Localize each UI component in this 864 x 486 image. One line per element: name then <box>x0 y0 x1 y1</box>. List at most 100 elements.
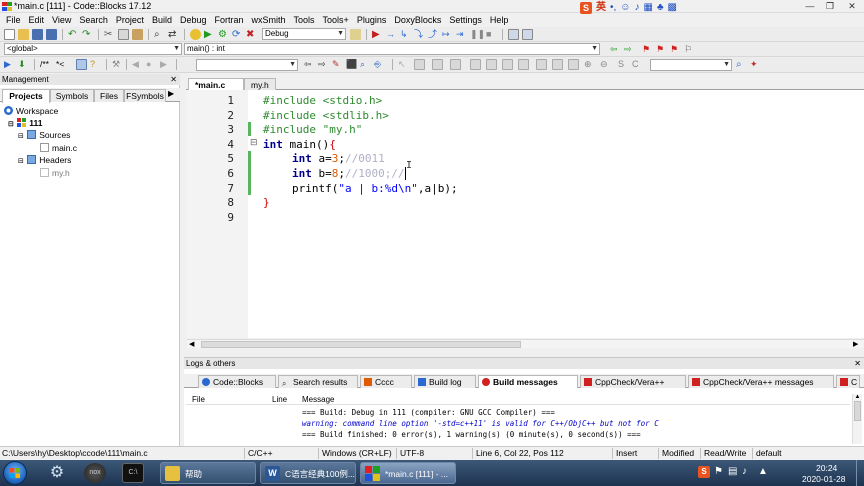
taskbar-codeblocks-button[interactable]: *main.c [111] - ... <box>360 462 456 484</box>
tab-cccc[interactable]: Cccc <box>360 375 412 388</box>
debug-start-icon[interactable]: ▶ <box>372 29 383 40</box>
layout-4-icon[interactable] <box>470 59 481 70</box>
tree-file-main-c[interactable]: main.c <box>40 142 77 154</box>
punctuation-icon[interactable]: •, <box>610 2 616 14</box>
tab-fsymbols[interactable]: FSymbols <box>124 89 166 102</box>
doxy-select[interactable]: ▼ <box>196 59 298 71</box>
run-html-icon[interactable] <box>76 59 87 70</box>
collapse-icon[interactable]: ⊟ <box>18 158 24 165</box>
run-chm-icon[interactable]: ? <box>90 59 101 70</box>
tab-build-messages[interactable]: Build messages <box>478 375 578 388</box>
scroll-up-icon[interactable]: ▲ <box>853 394 862 400</box>
tab-main-c[interactable]: *main.c <box>188 78 244 90</box>
rebuild-icon[interactable]: ⟳ <box>232 29 243 40</box>
nav-right-icon[interactable]: ⇨ <box>318 59 329 70</box>
layout-7-icon[interactable] <box>518 59 529 70</box>
graph-icon[interactable]: ⎆ <box>374 59 385 70</box>
menu-file[interactable]: File <box>2 13 25 27</box>
tree-project[interactable]: ⊟ 111 <box>8 117 43 129</box>
build-and-run-icon[interactable]: ⚙ <box>218 29 229 40</box>
block-comment-button[interactable]: /** <box>40 59 49 69</box>
scrollbar-thumb[interactable] <box>854 401 861 421</box>
toggle-bookmark-icon[interactable]: ⚑ <box>642 44 653 55</box>
maximize-button[interactable]: ❐ <box>820 0 840 12</box>
chevron-up-icon[interactable]: ▲ <box>758 466 768 477</box>
tree-workspace[interactable]: Workspace <box>4 105 58 117</box>
scroll-left-icon[interactable]: ◀ <box>189 340 194 348</box>
cut-icon[interactable]: ✂ <box>104 29 115 40</box>
debug-info-icon[interactable] <box>522 29 533 40</box>
save-icon[interactable] <box>32 29 43 40</box>
settings-gear-icon[interactable]: ⚙ <box>46 463 68 483</box>
config-icon[interactable]: ⚒ <box>112 59 123 70</box>
open-folder-icon[interactable] <box>18 29 29 40</box>
clear-bookmarks-icon[interactable]: ⚐ <box>684 44 695 55</box>
menu-view[interactable]: View <box>48 13 75 27</box>
layout-2-icon[interactable] <box>432 59 443 70</box>
layout-9-icon[interactable] <box>552 59 563 70</box>
network-icon[interactable]: ▤ <box>728 466 737 477</box>
step-out-icon[interactable]: ⤴ <box>428 29 439 40</box>
menu-project[interactable]: Project <box>112 13 148 27</box>
terminal-icon[interactable]: C:\ <box>122 463 144 483</box>
build-icon[interactable] <box>190 29 201 40</box>
microphone-icon[interactable]: ♪ <box>635 2 640 14</box>
tab-files[interactable]: Files <box>94 89 124 102</box>
replace-icon[interactable]: ⇄ <box>168 29 179 40</box>
tab-build-log[interactable]: Build log <box>414 375 476 388</box>
function-select[interactable]: main() : int ▼ <box>184 43 600 55</box>
next-bookmark-icon[interactable]: ⚑ <box>670 44 681 55</box>
save-all-icon[interactable] <box>46 29 57 40</box>
doxywizard-icon[interactable]: ▶ <box>4 59 15 70</box>
tools-icon[interactable]: ▩ <box>668 2 677 14</box>
run-icon[interactable]: ▶ <box>204 29 215 40</box>
run-to-cursor-icon[interactable]: → <box>386 29 397 40</box>
dot-icon[interactable]: ● <box>146 59 157 70</box>
collapse-icon[interactable]: ⊟ <box>8 121 14 128</box>
editor-horizontal-scrollbar[interactable]: ◀ ▶ <box>187 339 864 348</box>
abort-icon[interactable]: ✖ <box>246 29 257 40</box>
menu-doxyblocks[interactable]: DoxyBlocks <box>390 13 445 27</box>
undo-icon[interactable]: ↶ <box>68 29 79 40</box>
tab-cppcheck-vera[interactable]: CppCheck/Vera++ <box>580 375 686 388</box>
menu-wxsmith[interactable]: wxSmith <box>248 13 290 27</box>
ime-language-toggle[interactable]: 英 <box>596 2 606 14</box>
taskbar-word-button[interactable]: W C语言经典100例... <box>260 462 356 484</box>
clock-time[interactable]: 20:24 <box>816 463 837 473</box>
collapse-icon[interactable]: ⊟ <box>18 133 24 140</box>
next-instruction-icon[interactable]: ↦ <box>442 29 453 40</box>
refresh-icon[interactable]: C <box>632 59 643 70</box>
nav-left-icon[interactable]: ⇦ <box>304 59 315 70</box>
column-message[interactable]: Message <box>302 394 334 405</box>
menu-edit[interactable]: Edit <box>25 13 49 27</box>
tab-my-h[interactable]: my.h <box>244 78 276 90</box>
zoom-in-icon[interactable]: ⊕ <box>584 59 595 70</box>
scope-select[interactable]: <global> ▼ <box>4 43 182 55</box>
column-line[interactable]: Line <box>272 394 287 405</box>
close-icon[interactable]: ✕ <box>854 358 861 369</box>
select-icon[interactable]: ⬛ <box>346 59 357 70</box>
log-message-row[interactable]: warning: command line option '-std=c++11… <box>302 418 659 429</box>
copy-icon[interactable] <box>118 29 129 40</box>
menu-build[interactable]: Build <box>148 13 176 27</box>
layout-8-icon[interactable] <box>536 59 547 70</box>
redo-icon[interactable]: ↷ <box>82 29 93 40</box>
fold-marker-icon[interactable]: ⊟ <box>250 137 258 148</box>
target-options-icon[interactable] <box>350 29 361 40</box>
scroll-right-icon[interactable]: ▶ <box>853 340 858 348</box>
emoji-icon[interactable]: ☺ <box>620 2 630 14</box>
layout-5-icon[interactable] <box>486 59 497 70</box>
close-window-button[interactable]: ✕ <box>842 0 862 12</box>
tab-cppcheck-vera-messages[interactable]: CppCheck/Vera++ messages <box>688 375 834 388</box>
clock-date[interactable]: 2020-01-28 <box>802 474 845 484</box>
start-button[interactable] <box>3 461 27 485</box>
log-vertical-scrollbar[interactable]: ▲ <box>852 394 862 444</box>
code-editor[interactable]: 1 2 3 4 5 6 7 8 9 ⊟ #include <stdio.h> #… <box>186 90 864 338</box>
step-instruction-icon[interactable]: ⇥ <box>456 29 467 40</box>
search-icon[interactable]: ⌕ <box>736 59 747 70</box>
tab-symbols[interactable]: Symbols <box>50 89 94 102</box>
zoom-out-icon[interactable]: ⊖ <box>600 59 611 70</box>
highlight-icon[interactable]: ✎ <box>332 59 343 70</box>
volume-icon[interactable]: ♪ <box>742 466 747 477</box>
sync-icon[interactable]: S <box>618 59 629 70</box>
